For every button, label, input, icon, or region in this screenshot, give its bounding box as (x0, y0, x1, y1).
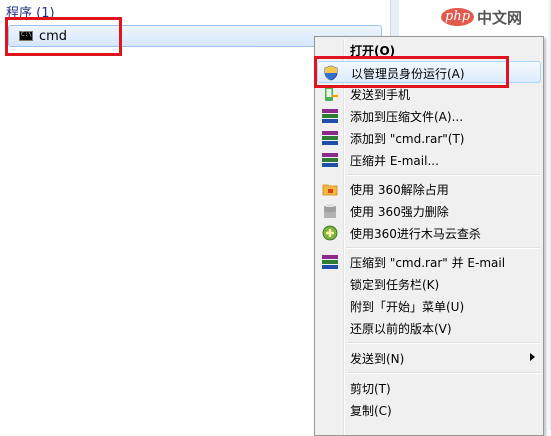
360-scan-icon (322, 225, 338, 241)
winrar-icon (322, 152, 338, 168)
menu-item-restore-previous-versions[interactable]: 还原以前的版本(V) (317, 317, 541, 339)
menu-item-cut[interactable]: 剪切(T) (317, 377, 541, 399)
winrar-icon (322, 108, 338, 124)
highlight-box-cmd (5, 17, 122, 56)
menu-item-compress-cmd-email[interactable]: 压缩到 "cmd.rar" 并 E-mail (317, 251, 541, 273)
menu-separator (346, 372, 540, 374)
menu-separator (346, 174, 540, 176)
logo-cn-text: 中文网 (477, 8, 523, 27)
php-cn-logo: php 中文网 (441, 4, 522, 30)
menu-item-send-to[interactable]: 发送到(N) (317, 347, 541, 369)
phone-send-icon (322, 86, 338, 102)
menu-item-360-force-delete[interactable]: 使用 360强力删除 (317, 200, 541, 222)
360-unlock-icon (322, 181, 338, 197)
logo-php-text: php (441, 8, 475, 26)
highlight-box-run-as-admin (314, 56, 509, 88)
menu-item-360-trojan-scan[interactable]: 使用360进行木马云查杀 (317, 222, 541, 244)
winrar-icon (322, 130, 338, 146)
winrar-icon (322, 254, 338, 270)
menu-separator (346, 247, 540, 249)
menu-separator (346, 342, 540, 344)
menu-item-add-to-archive[interactable]: 添加到压缩文件(A)... (317, 105, 541, 127)
submenu-arrow-icon (530, 353, 535, 361)
menu-item-compress-email[interactable]: 压缩并 E-mail... (317, 149, 541, 171)
context-menu: 打开(O) 以管理员身份运行(A) 发送到手机 添加到压缩文件(A)... 添加… (314, 36, 544, 436)
menu-item-360-unlock[interactable]: 使用 360解除占用 (317, 178, 541, 200)
360-shred-icon (322, 203, 338, 219)
menu-item-copy[interactable]: 复制(C) (317, 399, 541, 421)
menu-item-pin-to-taskbar[interactable]: 锁定到任务栏(K) (317, 273, 541, 295)
menu-item-add-to-cmd-rar[interactable]: 添加到 "cmd.rar"(T) (317, 127, 541, 149)
menu-item-pin-to-start[interactable]: 附到「开始」菜单(U) (317, 295, 541, 317)
